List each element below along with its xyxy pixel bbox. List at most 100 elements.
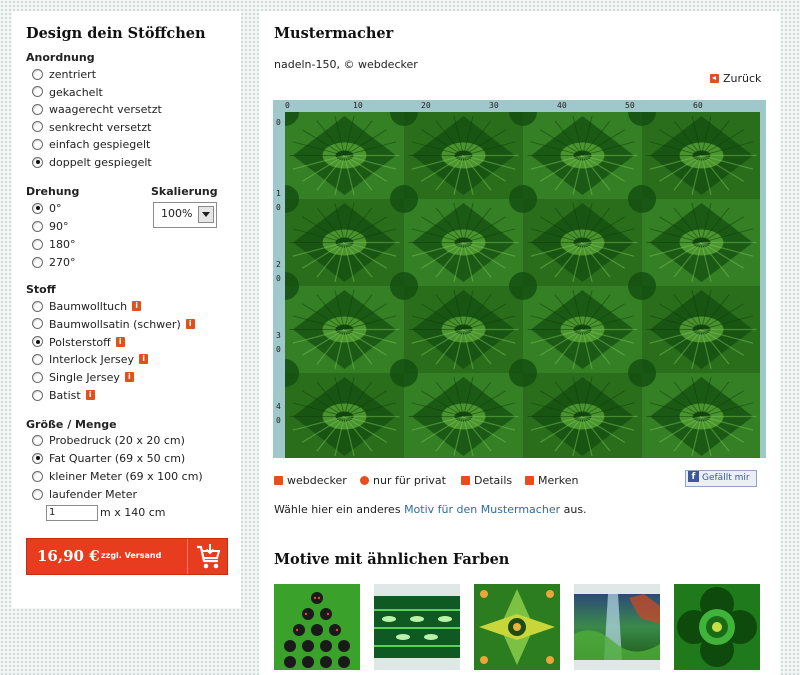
info-icon[interactable]: i: [139, 354, 149, 365]
author-link[interactable]: webdecker: [274, 473, 347, 489]
radio-button[interactable]: [32, 318, 43, 330]
ruler-left: 0 10 20 30 40: [273, 112, 285, 458]
arrangement-option[interactable]: waagerecht versetzt: [32, 102, 162, 118]
radio-button[interactable]: [32, 220, 43, 232]
arrangement-option-label: waagerecht versetzt: [49, 103, 162, 117]
back-link[interactable]: Zurück: [710, 72, 761, 85]
arrangement-option[interactable]: zentriert: [32, 67, 96, 83]
info-icon[interactable]: i: [115, 336, 125, 347]
similar-motif-thumbnail[interactable]: [274, 584, 360, 670]
scaling-select[interactable]: 100%: [153, 202, 217, 228]
fabric-option-label: Batist: [49, 389, 81, 402]
fabric-option[interactable]: Interlock Jersey i: [32, 352, 149, 368]
private-use-icon: [360, 475, 369, 485]
pattern-maker-panel: Mustermacher nadeln-150, © webdecker Zur…: [259, 11, 780, 675]
ruler-tick-label: 60: [693, 101, 703, 110]
fabric-option[interactable]: Single Jersey i: [32, 370, 134, 386]
radio-button[interactable]: [32, 68, 43, 80]
fabric-heading: Stoff: [26, 283, 56, 296]
bookmark-link[interactable]: Merken: [525, 473, 579, 489]
fabric-option-label: Baumwolltuch: [49, 300, 128, 313]
scaling-value: 100%: [161, 207, 193, 220]
ruler-tick-label: 10: [276, 189, 281, 212]
choose-motif-text: Wähle hier ein anderes Motiv für den Mus…: [274, 503, 587, 516]
radio-button[interactable]: [32, 353, 43, 365]
radio-button[interactable]: [32, 156, 43, 168]
rotation-option[interactable]: 180°: [32, 237, 76, 253]
size-option[interactable]: Probedruck (20 x 20 cm): [32, 433, 185, 449]
arrangement-option[interactable]: doppelt gespiegelt: [32, 155, 152, 171]
radio-button[interactable]: [32, 103, 43, 115]
radio-button[interactable]: [32, 434, 43, 446]
rotation-option-label: 180°: [49, 238, 76, 251]
info-icon[interactable]: i: [85, 390, 95, 400]
choose-motif-link[interactable]: Motiv für den Mustermacher: [404, 503, 560, 516]
facebook-like-button[interactable]: f Gefällt mir: [685, 470, 757, 487]
radio-button[interactable]: [32, 256, 43, 268]
radio-button[interactable]: [32, 238, 43, 250]
similar-motif-thumbnail[interactable]: [674, 584, 760, 670]
info-icon: [461, 475, 470, 485]
private-use-link[interactable]: nur für privat: [360, 473, 446, 489]
rotation-option[interactable]: 270°: [32, 255, 76, 271]
size-option-label: Probedruck (20 x 20 cm): [49, 434, 185, 447]
user-icon: [274, 475, 283, 485]
rotation-option-label: 0°: [49, 202, 62, 215]
fabric-option[interactable]: Baumwolltuch i: [32, 299, 142, 315]
arrangement-option[interactable]: senkrecht versetzt: [32, 120, 151, 136]
ruler-tick-label: 0: [276, 118, 281, 127]
rotation-option[interactable]: 0°: [32, 201, 62, 217]
facebook-icon: f: [688, 471, 699, 482]
similar-motif-thumbnail[interactable]: [574, 584, 660, 670]
radio-button[interactable]: [32, 86, 43, 98]
meter-unit-label: m x 140 cm: [100, 506, 166, 519]
ruler-tick-label: 30: [489, 101, 499, 110]
ruler-tick-label: 30: [276, 331, 281, 354]
arrow-left-icon: [710, 73, 719, 83]
size-option-label: laufender Meter: [49, 488, 138, 501]
ruler-tick-label: 50: [625, 101, 635, 110]
arrangement-option[interactable]: einfach gespiegelt: [32, 137, 150, 153]
chevron-down-icon[interactable]: [198, 206, 214, 223]
info-icon[interactable]: i: [132, 301, 142, 311]
shipping-note: zzgl. Versand: [101, 551, 162, 560]
radio-button[interactable]: [32, 202, 43, 214]
radio-button[interactable]: [32, 389, 43, 401]
details-link[interactable]: Details: [461, 473, 512, 489]
ruler-tick-label: 40: [276, 402, 281, 425]
radio-button[interactable]: [32, 470, 43, 482]
choose-suffix: aus.: [560, 503, 587, 516]
arrangement-option[interactable]: gekachelt: [32, 85, 103, 101]
similar-motif-thumbnail[interactable]: [374, 584, 460, 670]
size-option[interactable]: laufender Meter: [32, 487, 137, 503]
radio-button[interactable]: [32, 488, 43, 500]
fabric-option[interactable]: Polsterstoff i: [32, 335, 125, 351]
meter-quantity-input[interactable]: 1: [46, 505, 98, 521]
cart-icon: [187, 539, 228, 574]
buy-button[interactable]: 16,90 € zzgl. Versand: [26, 538, 228, 575]
size-option-label: Fat Quarter (69 x 50 cm): [49, 452, 186, 465]
ruler-tick-label: 20: [421, 101, 431, 110]
size-option[interactable]: kleiner Meter (69 x 100 cm): [32, 469, 203, 485]
fabric-option[interactable]: Baumwollsatin (schwer) i: [32, 317, 195, 333]
rotation-option[interactable]: 90°: [32, 219, 69, 235]
radio-button[interactable]: [32, 300, 43, 312]
arrangement-option-label: einfach gespiegelt: [49, 138, 151, 152]
info-icon[interactable]: i: [124, 372, 134, 383]
size-option[interactable]: Fat Quarter (69 x 50 cm): [32, 451, 185, 467]
radio-button[interactable]: [32, 336, 43, 348]
like-label: Gefällt mir: [702, 473, 750, 483]
radio-button[interactable]: [32, 452, 43, 464]
fabric-option[interactable]: Batist i: [32, 388, 95, 404]
arrangement-heading: Anordnung: [26, 51, 95, 64]
radio-button[interactable]: [32, 121, 43, 133]
ruler-tick-label: 40: [557, 101, 567, 110]
fabric-option-label: Interlock Jersey: [49, 353, 135, 367]
similar-motif-thumbnail[interactable]: [474, 584, 560, 670]
radio-button[interactable]: [32, 138, 43, 150]
back-label: Zurück: [723, 72, 762, 85]
fabric-option-label: Single Jersey: [49, 371, 120, 385]
pattern-preview: 0 10 20 30 40 50 60 0 10 20 30 40: [273, 100, 766, 458]
info-icon[interactable]: i: [185, 318, 195, 329]
radio-button[interactable]: [32, 371, 43, 383]
